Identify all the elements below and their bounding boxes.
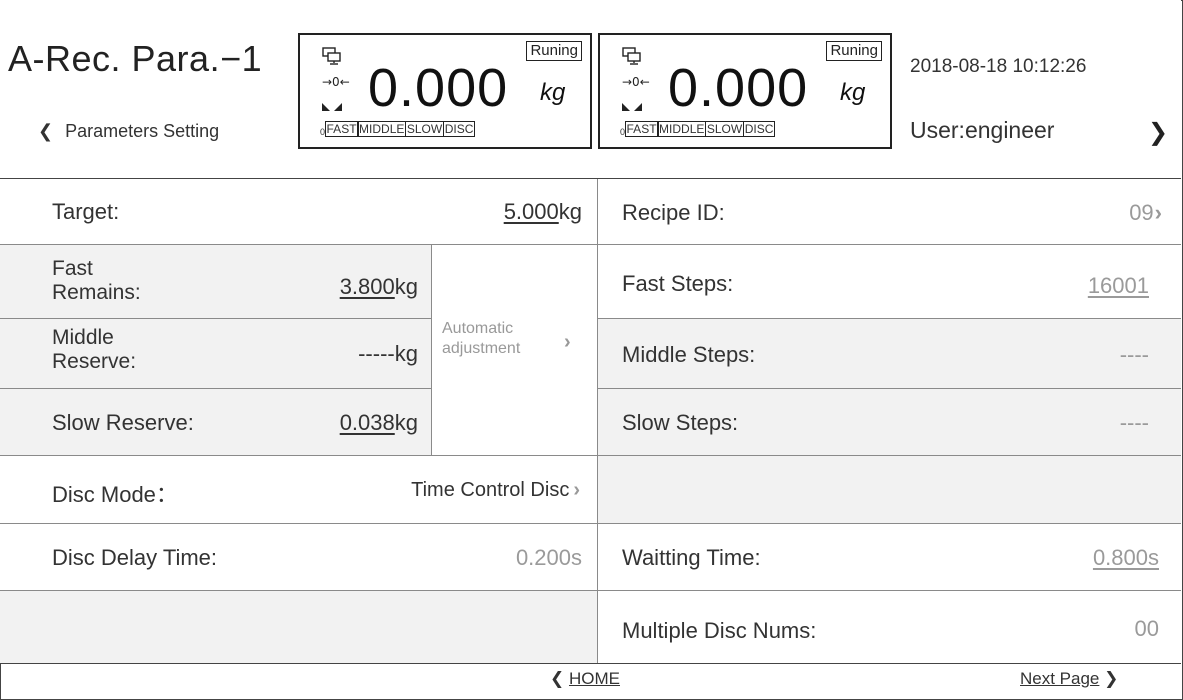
multi-disc-value[interactable]: 00	[1135, 616, 1159, 642]
step-middle: MIDDLE	[657, 121, 707, 137]
home-label: HOME	[568, 669, 620, 688]
waiting-time-label: Waitting Time:	[622, 545, 761, 570]
automatic-adjustment-button[interactable]: Automatic adjustment	[442, 319, 520, 359]
zero-indicator-icon: →0←	[322, 75, 350, 89]
target-value-field[interactable]: 5.000kg	[504, 199, 582, 225]
target-unit: kg	[558, 199, 582, 224]
chevron-right-icon: ❯	[1104, 669, 1119, 688]
chevron-right-icon[interactable]: ›	[564, 331, 571, 354]
chevron-right-icon[interactable]: ❯	[1148, 118, 1168, 147]
target-value: 5.000	[503, 199, 559, 224]
monitor-icon	[322, 47, 341, 65]
fast-remains-value: 3.800	[339, 274, 395, 299]
next-page-label: Next Page	[1020, 669, 1100, 688]
step-slow: SLOW	[404, 121, 445, 137]
fast-steps-value-field[interactable]: 16001	[1088, 273, 1149, 299]
recipe-id-select[interactable]: 09›	[1129, 200, 1162, 226]
weight-unit: kg	[540, 79, 566, 106]
slow-reserve-label: Slow Reserve:	[52, 410, 194, 435]
middle-reserve-label: Middle Reserve:	[52, 326, 136, 374]
step-disc: DISC	[442, 121, 476, 137]
weight-readout: 0.000	[368, 58, 509, 118]
middle-reserve-value: -----	[358, 341, 395, 366]
waiting-time-value: 0.800s	[1092, 545, 1159, 570]
chevron-right-icon: ›	[573, 479, 580, 501]
stable-indicator-icon	[322, 103, 342, 111]
recipe-id-label: Recipe ID:	[622, 200, 725, 225]
row-divider	[0, 244, 1181, 245]
fast-steps-label: Fast Steps:	[622, 271, 734, 296]
disc-mode-select[interactable]: Time Control Disc ›	[411, 479, 580, 502]
chevron-left-icon: ❮	[550, 669, 565, 688]
disc-delay-label: Disc Delay Time:	[52, 545, 218, 570]
home-button[interactable]: ❮ HOME	[550, 669, 620, 689]
row-divider	[0, 318, 431, 319]
slow-steps-label: Slow Steps:	[622, 410, 739, 435]
slow-steps-value: ----	[1119, 410, 1149, 435]
slow-reserve-value-field[interactable]: 0.038kg	[340, 410, 418, 436]
middle-reserve-label-line1: Middle	[52, 326, 114, 349]
weight-readout: 0.000	[668, 58, 809, 118]
monitor-icon	[622, 47, 641, 65]
empty-left-row	[0, 591, 597, 663]
middle-reserve-value-field[interactable]: -----kg	[358, 341, 418, 367]
fast-remains-label: Fast Remains:	[52, 257, 141, 305]
multi-disc-label: Multiple Disc Nums:	[622, 618, 817, 643]
auto-adjust-line1: Automatic	[442, 320, 514, 337]
auto-adjust-line2: adjustment	[442, 340, 521, 357]
step-middle: MIDDLE	[357, 121, 407, 137]
slow-reserve-unit: kg	[394, 410, 418, 435]
fast-remains-unit: kg	[394, 274, 418, 299]
stable-indicator-icon	[622, 103, 642, 111]
page-title: A-Rec. Para.−1	[8, 38, 263, 79]
header-bar: A-Rec. Para.−1 ❮ Parameters Setting →0← R…	[0, 0, 1181, 179]
fast-steps-value: 16001	[1087, 273, 1149, 298]
scale-panel-2: →0← Runing 0.000 kg 0 FAST MIDDLE SLOW DISC	[598, 33, 892, 149]
waiting-time-value-field[interactable]: 0.800s	[1093, 545, 1159, 571]
user-label: User:engineer	[910, 117, 1055, 143]
slow-reserve-value: 0.038	[339, 410, 395, 435]
chevron-right-icon: ›	[1154, 200, 1162, 225]
scale-panel-1: →0← Runing 0.000 kg 0 FAST MIDDLE SLOW DISC	[298, 33, 592, 149]
step-fast: FAST	[624, 121, 659, 137]
chevron-left-icon: ❮	[38, 121, 54, 141]
next-page-button[interactable]: Next Page ❯	[1020, 669, 1118, 689]
step-disc: DISC	[742, 121, 776, 137]
middle-steps-value: ----	[1119, 342, 1149, 367]
status-badge: Runing	[826, 41, 882, 61]
datetime: 2018-08-18 10:12:26	[910, 56, 1087, 77]
step-indicators: 0 FAST MIDDLE SLOW DISC	[620, 121, 776, 137]
fast-remains-label-line2: Remains:	[52, 281, 141, 304]
disc-mode-label: Disc Mode：	[52, 482, 178, 507]
step-indicators: 0 FAST MIDDLE SLOW DISC	[320, 121, 476, 137]
auto-divider	[431, 245, 432, 455]
disc-mode-value: Time Control Disc	[411, 479, 570, 501]
back-label: Parameters Setting	[65, 121, 220, 141]
middle-reserve-label-line2: Reserve:	[52, 350, 137, 373]
step-fast: FAST	[324, 121, 359, 137]
row-divider	[0, 455, 1181, 456]
row-divider	[0, 523, 1181, 524]
status-badge: Runing	[526, 41, 582, 61]
footer-divider	[0, 663, 1181, 664]
back-parameters-setting-button[interactable]: ❮ Parameters Setting	[38, 121, 219, 142]
recipe-id-value: 09	[1129, 200, 1154, 225]
target-label: Target:	[52, 199, 120, 224]
fast-remains-value-field[interactable]: 3.800kg	[340, 274, 418, 300]
disc-delay-value[interactable]: 0.200s	[516, 545, 582, 571]
zero-indicator-icon: →0←	[622, 75, 650, 89]
weight-unit: kg	[840, 79, 866, 106]
fast-remains-label-line1: Fast	[52, 257, 93, 280]
row-divider	[0, 590, 1181, 591]
row-divider	[598, 388, 1181, 389]
middle-steps-label: Middle Steps:	[622, 342, 756, 367]
step-slow: SLOW	[704, 121, 745, 137]
middle-reserve-unit: kg	[394, 341, 418, 366]
row-divider	[0, 388, 431, 389]
row-divider	[598, 318, 1181, 319]
empty-right-row	[598, 456, 1181, 523]
